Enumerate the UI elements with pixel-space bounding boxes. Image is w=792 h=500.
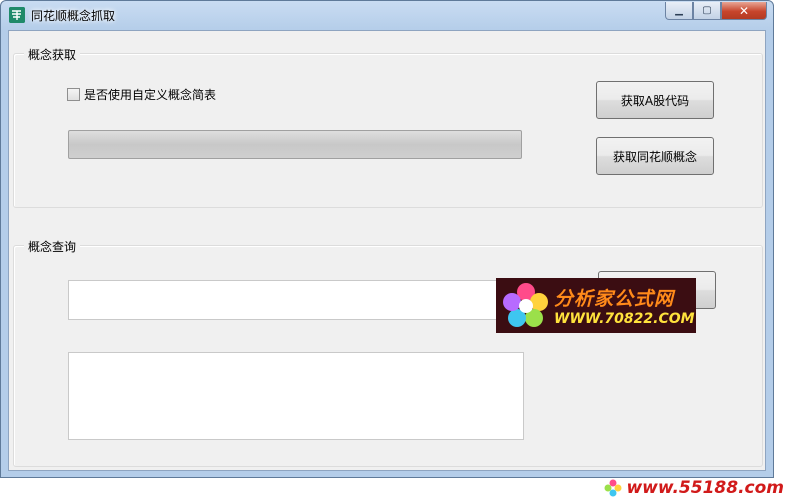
concept-result-textarea[interactable] xyxy=(68,352,524,440)
maximize-button[interactable]: ▢ xyxy=(693,2,721,20)
close-button[interactable]: ✕ xyxy=(721,2,767,20)
title-bar[interactable]: 同花顺概念抓取 ▁ ▢ ✕ xyxy=(1,1,773,29)
flower-logo-icon xyxy=(503,283,548,327)
get-a-share-code-label: 获取A股代码 xyxy=(620,93,690,108)
window-controls: ▁ ▢ ✕ xyxy=(665,2,767,20)
custom-concept-checkbox-label: 是否使用自定义概念简表 xyxy=(84,88,217,102)
minimize-button[interactable]: ▁ xyxy=(665,2,693,20)
concept-fetch-label: 概念获取 xyxy=(24,46,81,63)
footer-watermark: www.55188.com xyxy=(604,478,784,498)
close-icon: ✕ xyxy=(738,3,750,18)
site-watermark-logo: 分析家公式网 WWW.70822.COM xyxy=(496,278,696,333)
footer-watermark-url: www.55188.com xyxy=(626,478,784,498)
maximize-icon: ▢ xyxy=(702,5,712,16)
watermark-site-url: WWW.70822.COM xyxy=(554,311,695,327)
minimize-icon: ▁ xyxy=(675,5,683,16)
concept-query-input[interactable] xyxy=(68,280,522,320)
app-icon xyxy=(9,7,25,23)
get-ths-concepts-label: 获取同花顺概念 xyxy=(612,149,697,164)
client-area: 概念获取 是否使用自定义概念简表 获取A股代码 获取同花顺概念 概念查询 xyxy=(8,30,766,471)
concept-query-label: 概念查询 xyxy=(24,238,81,255)
fetch-progress-bar xyxy=(68,130,522,159)
watermark-site-name: 分析家公式网 xyxy=(554,288,675,310)
footer-flower-icon xyxy=(604,479,622,497)
window-title: 同花顺概念抓取 xyxy=(31,9,116,23)
custom-concept-checkbox[interactable]: 是否使用自定义概念简表 xyxy=(67,86,216,103)
get-a-share-code-button[interactable]: 获取A股代码 xyxy=(596,81,714,119)
get-ths-concepts-button[interactable]: 获取同花顺概念 xyxy=(596,137,714,175)
app-window: 同花顺概念抓取 ▁ ▢ ✕ 概念获取 是否使用自定义概念简表 获取A股代码 获取… xyxy=(0,0,774,478)
checkbox-box[interactable] xyxy=(67,88,80,101)
